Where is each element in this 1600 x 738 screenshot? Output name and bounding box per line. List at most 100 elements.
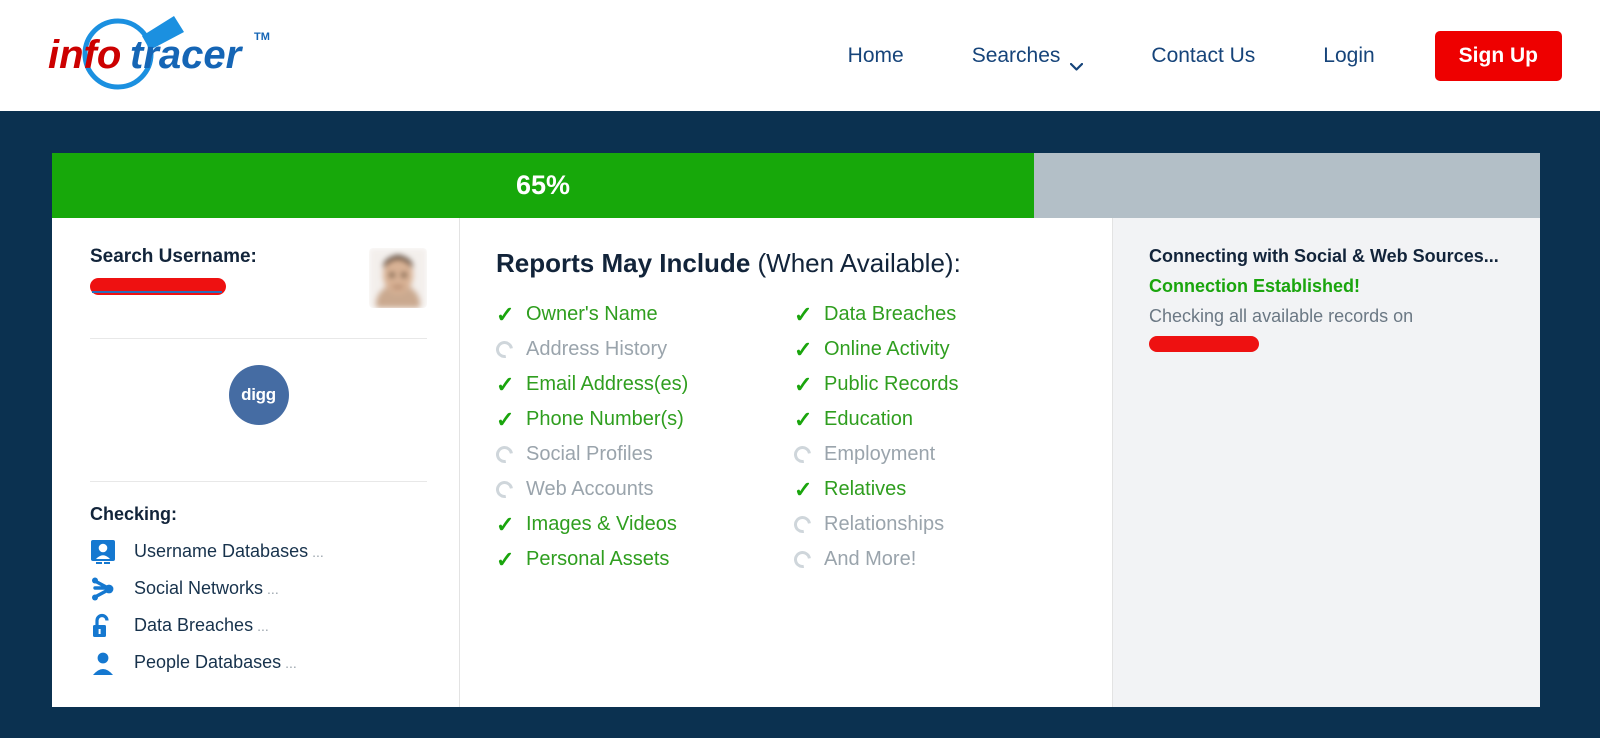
svg-text:TM: TM <box>254 31 270 43</box>
infotracer-logo[interactable]: info tracer TM <box>46 8 286 100</box>
connection-status-panel: Connecting with Social & Web Sources... … <box>1112 218 1540 707</box>
report-item: Web Accounts <box>492 472 794 507</box>
svg-text:info: info <box>48 33 121 77</box>
share-network-icon <box>90 576 134 602</box>
open-padlock-icon <box>90 613 134 639</box>
svg-text:tracer: tracer <box>130 33 244 77</box>
nav-home[interactable]: Home <box>814 44 938 68</box>
chevron-down-icon <box>1070 53 1084 71</box>
report-item-label: Social Profiles <box>526 443 653 465</box>
report-item: ✓ Images & Videos <box>496 507 794 542</box>
checking-item-suffix: ... <box>285 654 297 671</box>
report-item-label: Online Activity <box>824 338 950 360</box>
search-username-block: Search Username: <box>90 246 257 295</box>
reports-heading-bold: Reports May Include <box>496 248 751 278</box>
digg-badge[interactable]: digg <box>228 365 289 425</box>
progress-bar-fill: 65% <box>52 153 1035 218</box>
search-username-row: Search Username: <box>90 246 427 308</box>
check-icon: ✓ <box>794 476 813 502</box>
page-title: Reports May Include (When Available): <box>496 248 1112 279</box>
nav-home-label: Home <box>847 43 904 67</box>
spinner-icon <box>492 442 526 467</box>
checking-item-label: People Databases <box>134 652 282 672</box>
checking-item-label: Social Networks <box>134 578 264 598</box>
report-item-label: Relatives <box>824 478 907 500</box>
search-progress-bar: 65% <box>52 153 1540 218</box>
reports-heading-rest: (When Available): <box>750 248 961 278</box>
report-item-label: Web Accounts <box>526 478 654 500</box>
report-item-label: Personal Assets <box>526 548 670 570</box>
spinner-icon <box>790 442 824 467</box>
checking-title: Checking: <box>90 504 178 524</box>
main-navigation: Home Searches Contact Us Login Sign Up <box>814 0 1562 111</box>
divider-bottom <box>90 481 427 482</box>
report-item: Relationships <box>790 507 1092 542</box>
check-icon: ✓ <box>794 406 813 432</box>
nav-contact-us-label: Contact Us <box>1151 43 1256 67</box>
nav-searches[interactable]: Searches <box>938 43 1118 71</box>
reports-column-right: ✓ Data Breaches ✓ Online Activity ✓ Public Re… <box>790 297 1092 577</box>
checking-item-suffix: ... <box>312 543 324 560</box>
list-item: Data Breaches ... <box>90 607 427 644</box>
report-item: ✓ Relatives <box>794 472 1092 507</box>
redacted-target-value <box>1149 336 1259 352</box>
username-underline <box>92 291 222 293</box>
check-icon: ✓ <box>794 301 813 327</box>
report-item-label: Employment <box>824 443 936 465</box>
report-item-label: Data Breaches <box>824 303 957 325</box>
check-icon: ✓ <box>496 371 515 397</box>
report-item-label: Phone Number(s) <box>526 408 684 430</box>
report-item: ✓ Public Records <box>794 367 1092 402</box>
nav-login-label: Login <box>1323 43 1375 67</box>
report-item: Address History <box>492 332 794 367</box>
reports-panel: Reports May Include (When Available): ✓ O… <box>460 218 1112 707</box>
check-icon: ✓ <box>496 406 515 432</box>
status-checking-text: Checking all available records on <box>1149 306 1414 326</box>
list-item: Username Databases ... <box>90 533 427 570</box>
reports-column-left: ✓ Owner's Name Address History ✓ Email Addre… <box>492 297 794 577</box>
nav-login[interactable]: Login <box>1289 44 1408 68</box>
search-summary-panel: Search Username: digg Checking: Username… <box>52 218 460 707</box>
check-icon: ✓ <box>794 371 813 397</box>
checking-list: Username Databases ... Social Networks .… <box>90 533 427 681</box>
report-item-label: Public Records <box>824 373 959 395</box>
spinner-icon <box>790 547 824 572</box>
reports-columns: ✓ Owner's Name Address History ✓ Email Addre… <box>492 297 1112 577</box>
nav-searches-label: Searches <box>971 43 1061 67</box>
report-item: ✓ Education <box>794 402 1092 437</box>
report-item-label: Relationships <box>824 513 945 535</box>
report-item-label: Email Address(es) <box>526 373 689 395</box>
report-item-label: Images & Videos <box>526 513 677 535</box>
search-progress-card: 65% Search Username: digg Checking: User… <box>52 153 1540 707</box>
spinner-icon <box>492 337 526 362</box>
report-item: ✓ Phone Number(s) <box>496 402 794 437</box>
report-item-label: Address History <box>526 338 668 360</box>
site-header: info tracer TM Home Searches Contact Us … <box>0 0 1600 111</box>
report-item: ✓ Online Activity <box>794 332 1092 367</box>
report-item-label: And More! <box>824 548 917 570</box>
list-item: People Databases ... <box>90 644 427 681</box>
logo-graphic: info tracer TM <box>48 16 270 90</box>
report-item: ✓ Personal Assets <box>496 542 794 577</box>
social-badge-row: digg <box>90 339 427 451</box>
checking-item-label: Data Breaches <box>134 615 254 635</box>
nav-contact-us[interactable]: Contact Us <box>1117 44 1289 68</box>
report-item: ✓ Owner's Name <box>496 297 794 332</box>
card-body: Search Username: digg Checking: Username… <box>52 218 1540 707</box>
list-item: Social Networks ... <box>90 570 427 607</box>
status-established-text: Connection Established! <box>1149 276 1361 296</box>
check-icon: ✓ <box>496 511 515 537</box>
report-item: Social Profiles <box>492 437 794 472</box>
spinner-icon <box>492 477 526 502</box>
spinner-icon <box>790 512 824 537</box>
checking-item-suffix: ... <box>267 580 279 597</box>
checking-item-suffix: ... <box>257 617 269 634</box>
check-icon: ✓ <box>496 546 515 572</box>
id-card-icon <box>90 539 134 565</box>
search-username-label: Search Username: <box>90 246 257 267</box>
report-item-label: Owner's Name <box>526 303 658 325</box>
sign-up-button[interactable]: Sign Up <box>1434 30 1562 81</box>
status-connecting-text: Connecting with Social & Web Sources... <box>1149 246 1499 266</box>
progress-percent-label: 65% <box>516 170 571 200</box>
check-icon: ✓ <box>496 301 515 327</box>
